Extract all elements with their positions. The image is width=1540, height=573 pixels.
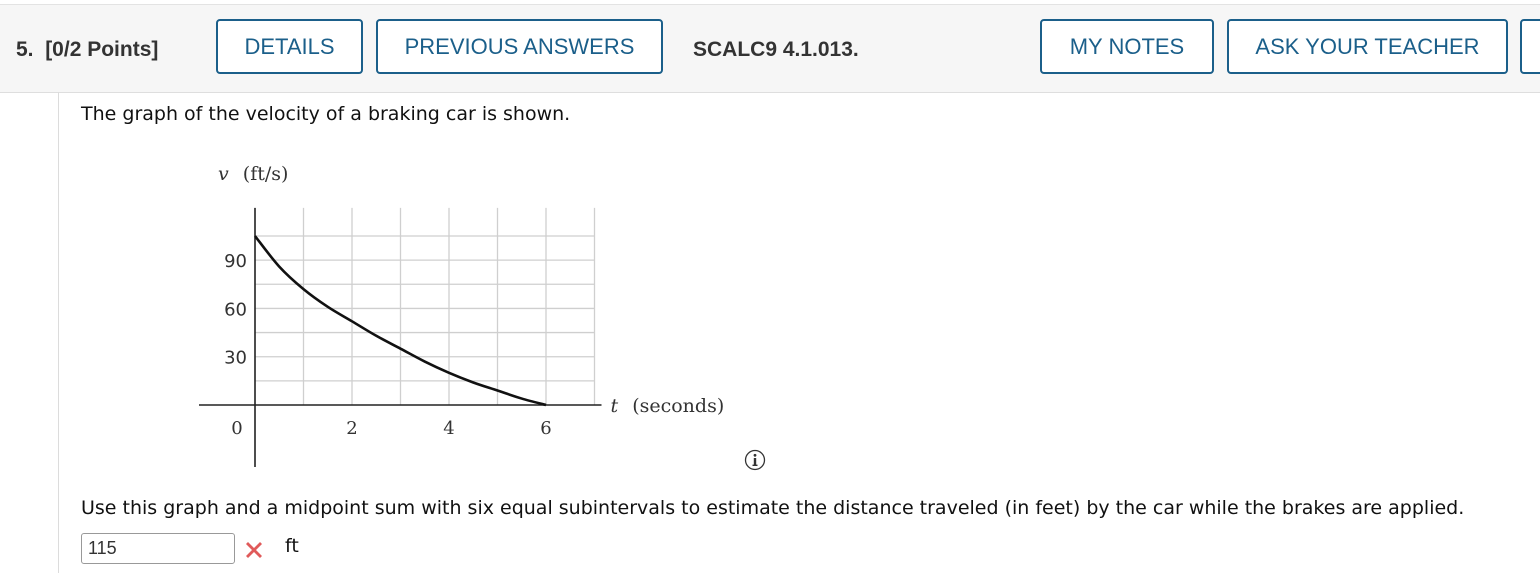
- y-axis-unit: (ft/s): [243, 163, 289, 185]
- details-button[interactable]: DETAILS: [216, 19, 363, 74]
- my-notes-button[interactable]: MY NOTES: [1040, 19, 1214, 74]
- y-axis-label: v (ft/s): [218, 163, 288, 185]
- question-intro: The graph of the velocity of a braking c…: [81, 103, 571, 125]
- velocity-graph: 0 2 4 6 30 60 90 v (ft/s) t (seconds): [199, 163, 725, 467]
- y-tick-label: 90: [224, 251, 247, 272]
- answer-input[interactable]: [81, 533, 235, 564]
- tick-labels: 0 2 4 6 30 60 90: [224, 251, 552, 439]
- x-axis-label: t (seconds): [611, 395, 725, 417]
- more-button-partial[interactable]: [1520, 19, 1540, 74]
- points-label: [0/2 Points]: [45, 38, 159, 61]
- previous-answers-button[interactable]: PREVIOUS ANSWERS: [376, 19, 663, 74]
- x-axis-var: t: [611, 395, 619, 417]
- x-mark-icon: [246, 542, 262, 558]
- x-tick-label: 2: [346, 418, 357, 439]
- content-left-border: [58, 92, 59, 573]
- y-tick-label: 30: [224, 348, 247, 369]
- question-number-points: 5. [0/2 Points]: [16, 38, 158, 62]
- y-tick-label: 60: [224, 299, 247, 320]
- question-prompt: Use this graph and a midpoint sum with s…: [81, 497, 1465, 519]
- y-axis-var: v: [218, 163, 229, 185]
- question-header: 5. [0/2 Points] DETAILS PREVIOUS ANSWERS…: [0, 5, 1540, 93]
- x-axis-unit: (seconds): [632, 395, 724, 417]
- answer-unit: ft: [285, 535, 299, 557]
- x-tick-label: 0: [231, 418, 242, 439]
- ask-your-teacher-button[interactable]: ASK YOUR TEACHER: [1227, 19, 1508, 74]
- problem-code: SCALC9 4.1.013.: [693, 38, 859, 61]
- x-tick-label: 4: [443, 418, 454, 439]
- grid-lines: [255, 207, 596, 405]
- info-icon[interactable]: [744, 449, 766, 471]
- question-number: 5.: [16, 38, 34, 61]
- x-tick-label: 6: [540, 418, 551, 439]
